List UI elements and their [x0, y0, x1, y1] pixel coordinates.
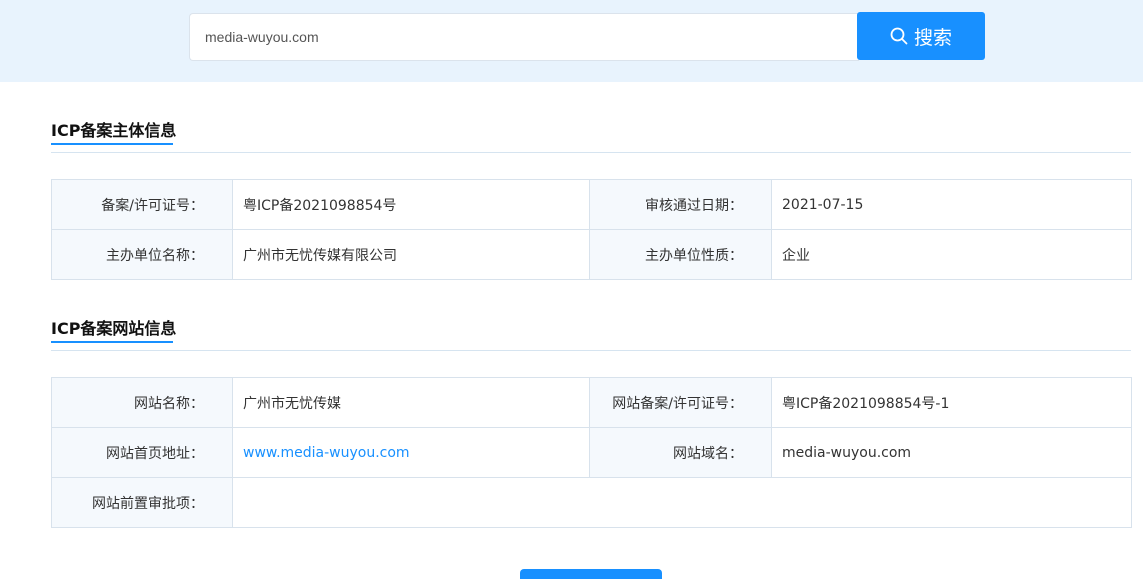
search-input[interactable] — [189, 13, 859, 61]
preapproval-value — [232, 477, 1132, 528]
organizer-type-value: 企业 — [771, 229, 1132, 280]
table-row: 网站前置审批项： — [51, 477, 1132, 528]
table-row: 主办单位名称： 广州市无忧传媒有限公司 主办单位性质： 企业 — [51, 229, 1132, 280]
site-license-label: 网站备案/许可证号： — [589, 377, 772, 428]
approval-date-value: 2021-07-15 — [771, 179, 1132, 230]
website-info-table: 网站名称： 广州市无忧传媒 网站备案/许可证号： 粤ICP备2021098854… — [51, 377, 1132, 528]
search-button-label: 搜索 — [913, 26, 952, 49]
license-number-value: 粤ICP备2021098854号 — [232, 179, 590, 230]
table-row: 网站首页地址： www.media-wuyou.com 网站域名： media-… — [51, 427, 1132, 478]
approval-date-label: 审核通过日期： — [589, 179, 772, 230]
organizer-type-label: 主办单位性质： — [589, 229, 772, 280]
preapproval-label: 网站前置审批项： — [51, 477, 233, 528]
site-license-value: 粤ICP备2021098854号-1 — [771, 377, 1132, 428]
search-button[interactable]: 搜索 — [857, 12, 985, 60]
homepage-label: 网站首页地址： — [51, 427, 233, 478]
subject-title-underline — [51, 143, 173, 145]
table-row: 备案/许可证号： 粤ICP备2021098854号 审核通过日期： 2021-0… — [51, 179, 1132, 230]
homepage-cell: www.media-wuyou.com — [232, 427, 590, 478]
subject-info-table: 备案/许可证号： 粤ICP备2021098854号 审核通过日期： 2021-0… — [51, 179, 1132, 280]
homepage-link[interactable]: www.media-wuyou.com — [243, 445, 410, 461]
organizer-name-value: 广州市无忧传媒有限公司 — [232, 229, 590, 280]
subject-title-rule — [51, 152, 1131, 153]
license-number-label: 备案/许可证号： — [51, 179, 233, 230]
domain-value: media-wuyou.com — [771, 427, 1132, 478]
domain-label: 网站域名： — [589, 427, 772, 478]
website-section-title: ICP备案网站信息 — [51, 319, 177, 338]
bottom-button[interactable] — [520, 569, 662, 579]
search-icon — [890, 27, 908, 45]
organizer-name-label: 主办单位名称： — [51, 229, 233, 280]
site-name-label: 网站名称： — [51, 377, 233, 428]
table-row: 网站名称： 广州市无忧传媒 网站备案/许可证号： 粤ICP备2021098854… — [51, 377, 1132, 428]
site-name-value: 广州市无忧传媒 — [232, 377, 590, 428]
website-title-rule — [51, 350, 1131, 351]
website-title-underline — [51, 341, 173, 343]
subject-section-title: ICP备案主体信息 — [51, 121, 177, 140]
